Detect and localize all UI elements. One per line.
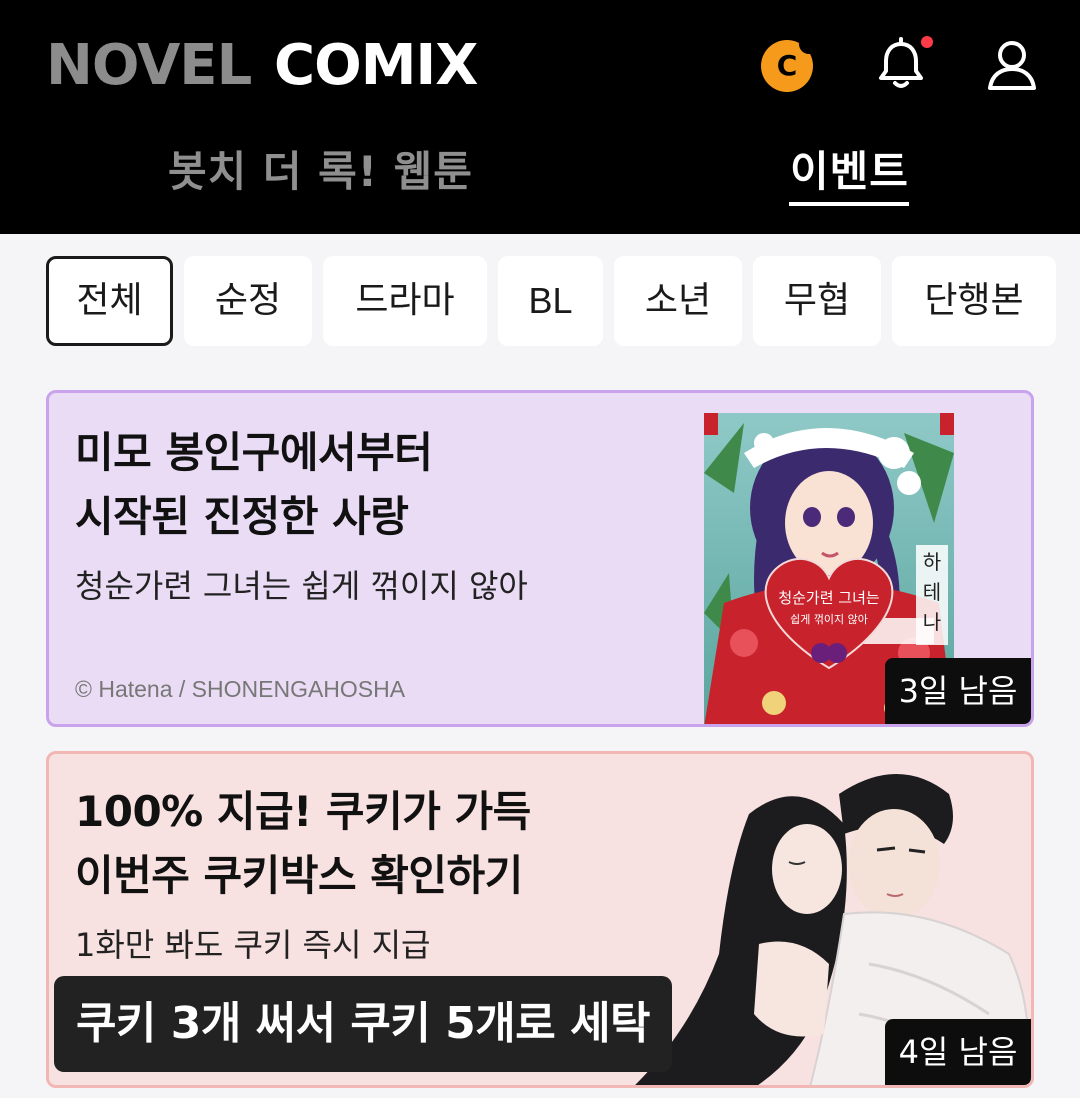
event-title-line1: 100% 지급! 쿠키가 가득 [75, 787, 531, 836]
genre-filter-bar: 전체 순정 드라마 BL 소년 무협 단행본 [0, 256, 1080, 346]
svg-text:쉽게 꺾이지 않아: 쉽게 꺾이지 않아 [790, 613, 868, 626]
tab-event[interactable]: 이벤트 [790, 140, 909, 204]
brand-novel-tab[interactable]: NOVEL [46, 36, 252, 96]
copyright-credit: © Hatena / SHONENGAHOSHA [75, 676, 406, 702]
svg-text:청순가련 그녀는: 청순가련 그녀는 [778, 589, 880, 607]
filter-chip-romance[interactable]: 순정 [184, 256, 312, 346]
user-icon[interactable] [984, 36, 1040, 92]
top-header: NOVEL COMIX C 봇치 더 록! 웹툰 이벤트 [0, 0, 1080, 234]
bell-icon[interactable] [873, 36, 933, 92]
days-left-badge: 4일 남음 [885, 1019, 1031, 1085]
filter-chip-drama[interactable]: 드라마 [323, 256, 487, 346]
event-title-line2: 시작된 진정한 사랑 [75, 492, 409, 541]
notification-dot [921, 36, 933, 48]
event-subtitle: 1화만 봐도 쿠키 즉시 지급 [75, 926, 431, 964]
filter-chip-martial-arts[interactable]: 무협 [753, 256, 881, 346]
event-title-line2: 이번주 쿠키박스 확인하기 [75, 851, 523, 900]
event-card[interactable]: 100% 지급! 쿠키가 가득 이번주 쿠키박스 확인하기 1화만 봐도 쿠키 … [46, 751, 1034, 1088]
cookie-coin-icon[interactable]: C [761, 34, 819, 92]
event-title-line1: 미모 봉인구에서부터 [75, 428, 433, 477]
svg-text:하: 하 [923, 550, 941, 574]
svg-text:나: 나 [923, 610, 941, 634]
event-card[interactable]: 미모 봉인구에서부터 시작된 진정한 사랑 청순가련 그녀는 쉽게 꺾이지 않아… [46, 390, 1034, 727]
tab-webtoon[interactable]: 봇치 더 록! 웹툰 [168, 140, 473, 204]
filter-chip-bl[interactable]: BL [498, 256, 603, 346]
sub-navigation: 봇치 더 록! 웹툰 이벤트 [0, 140, 1080, 210]
promo-banner: 쿠키 3개 써서 쿠키 5개로 세탁 [54, 976, 672, 1072]
filter-chip-volume[interactable]: 단행본 [892, 256, 1056, 346]
brand-comix-tab[interactable]: COMIX [274, 36, 478, 96]
filter-chip-shonen[interactable]: 소년 [614, 256, 742, 346]
days-left-badge: 3일 남음 [885, 658, 1031, 724]
active-tab-indicator [789, 202, 909, 206]
svg-text:테: 테 [923, 580, 941, 604]
event-subtitle: 청순가련 그녀는 쉽게 꺾이지 않아 [75, 567, 528, 605]
filter-chip-all[interactable]: 전체 [46, 256, 173, 346]
